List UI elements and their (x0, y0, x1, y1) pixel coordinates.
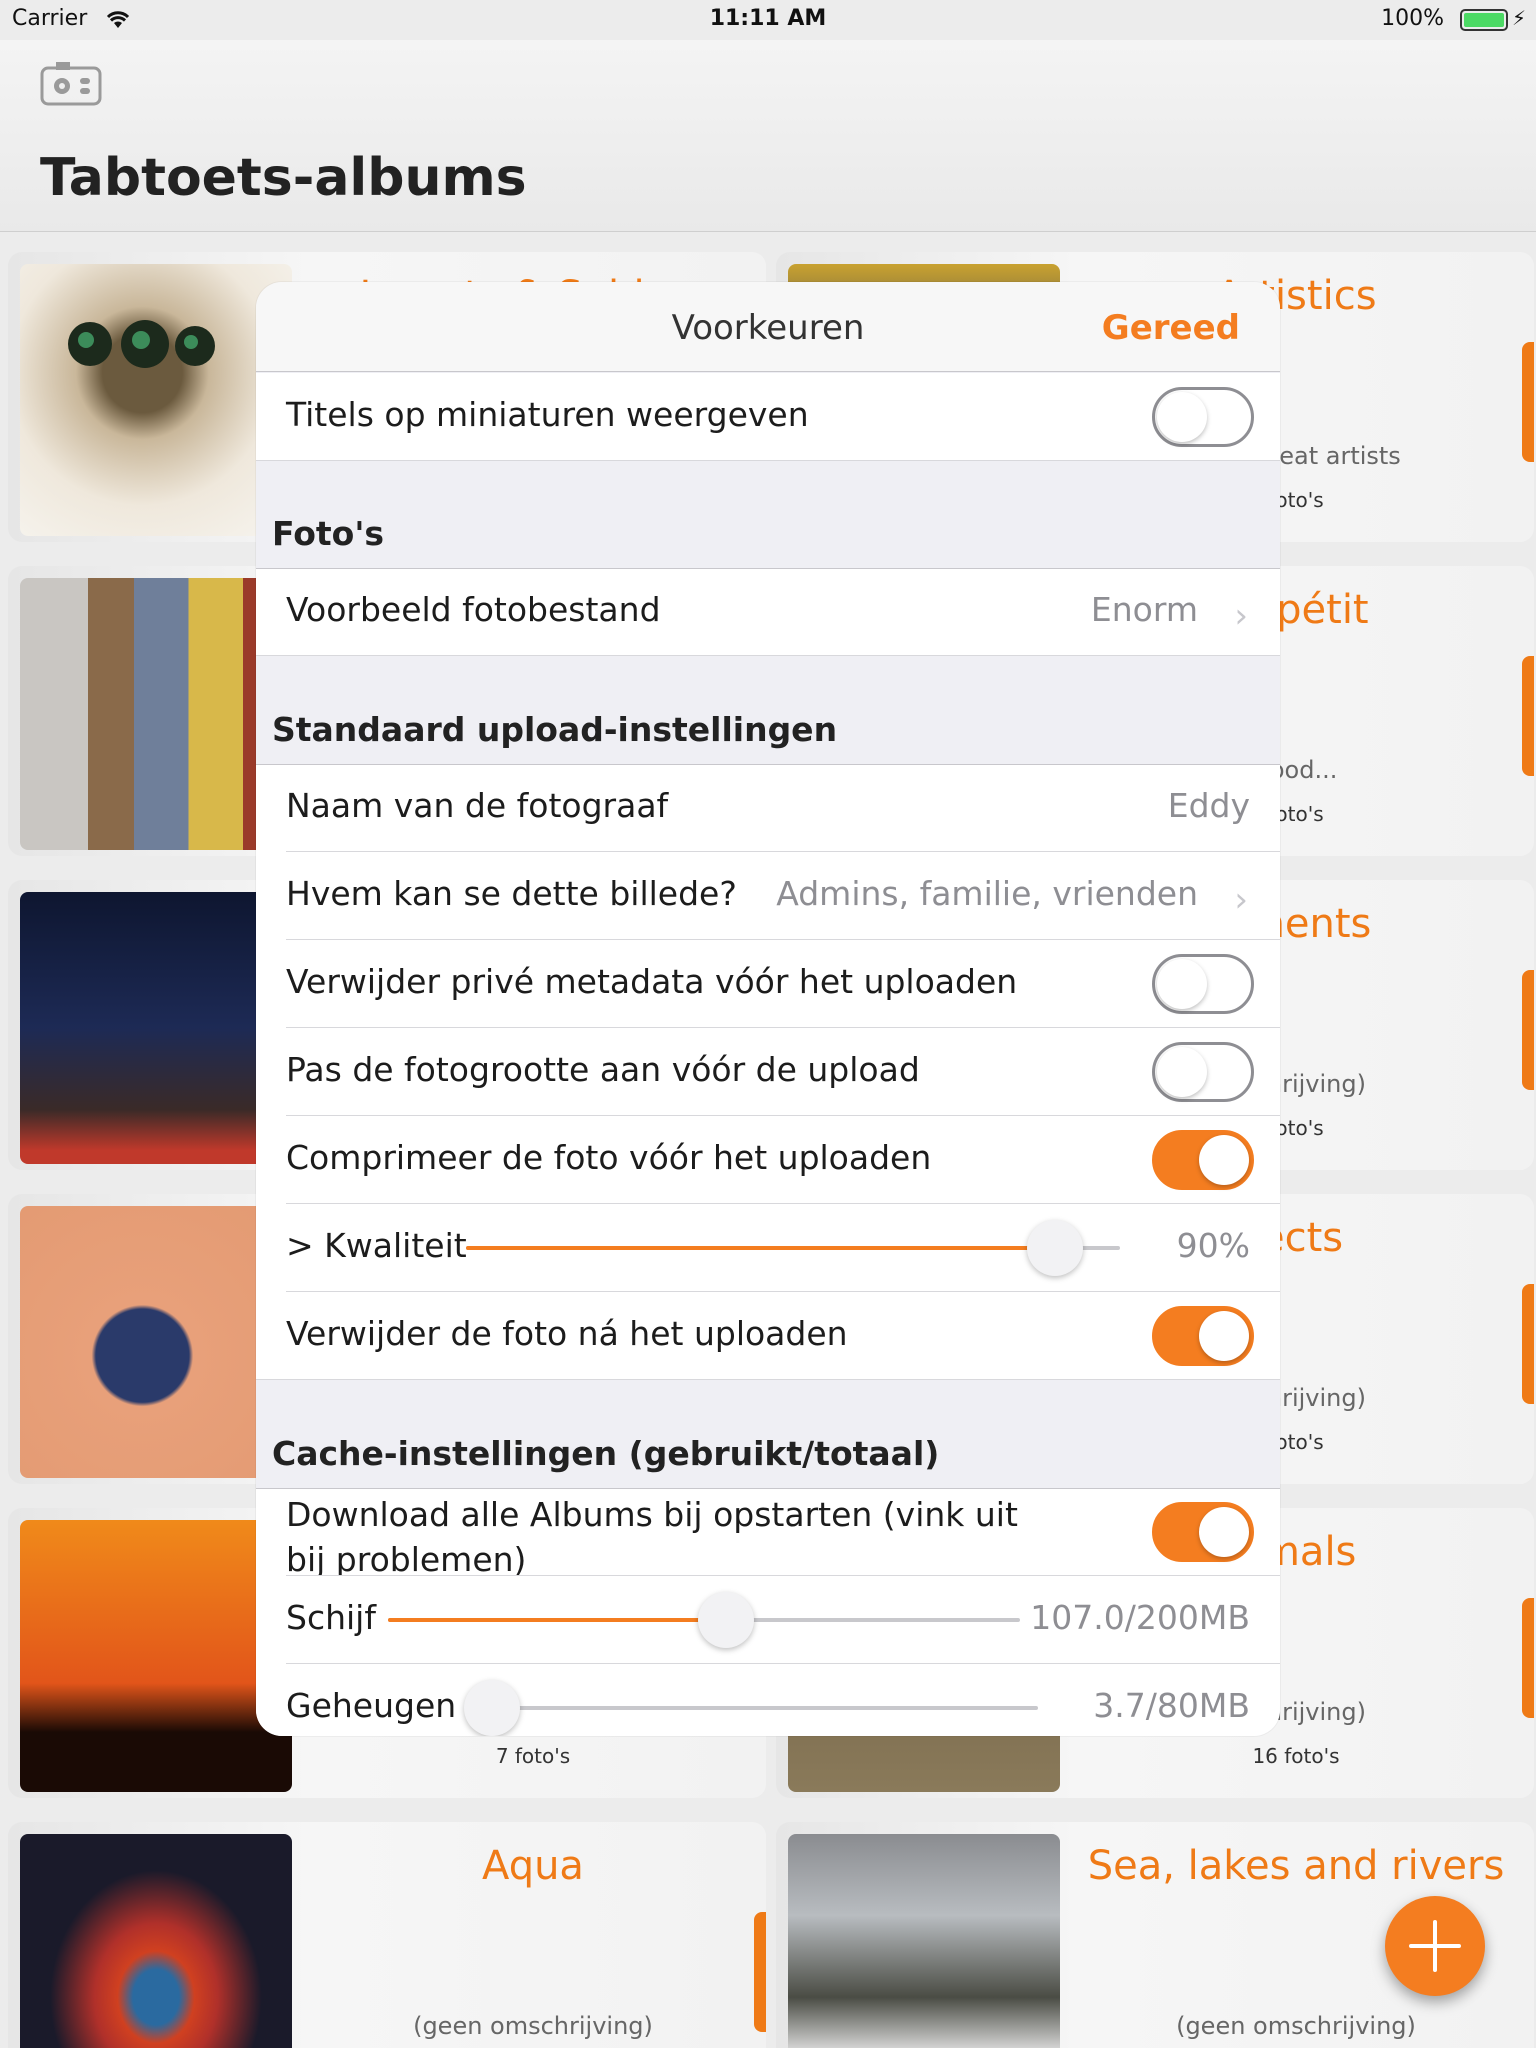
download-all-label-line1: Download alle Albums bij opstarten (vink… (286, 1495, 1018, 1534)
status-bar: Carrier 11:11 AM 100% ⚡ (0, 0, 1536, 40)
modal-navigation-bar: Voorkeuren Gereed (256, 282, 1280, 372)
album-title: Aqua (482, 1843, 584, 1889)
album-description: (geen omschrijving) (1176, 2012, 1416, 2040)
disk-cache-row: Schijf 107.0/200MB (256, 1576, 1280, 1664)
resize-row: Pas de fotogrootte aan vóór de upload (256, 1028, 1280, 1116)
charging-icon: ⚡ (1511, 6, 1526, 30)
download-all-label: Download alle Albums bij opstarten (vink… (286, 1492, 1018, 1582)
show-titles-toggle[interactable] (1152, 387, 1254, 447)
album-thumbnail (20, 1206, 292, 1478)
quality-row: > Kwaliteit 90% (256, 1204, 1280, 1292)
chevron-right-icon: › (1234, 880, 1248, 920)
album-thumbnail (788, 1834, 1060, 2048)
disk-cache-slider-thumb[interactable] (698, 1592, 754, 1648)
memory-cache-value: 3.7/80MB (1093, 1686, 1250, 1725)
visibility-value: Admins, familie, vrienden (776, 874, 1198, 913)
album-photo-count: 7 foto's (495, 1744, 571, 1768)
download-all-toggle[interactable] (1152, 1502, 1254, 1562)
album-thumbnail (20, 1520, 292, 1792)
camera-settings-icon[interactable] (40, 60, 102, 106)
album-thumbnail (20, 578, 292, 850)
preferences-modal: Voorkeuren Gereed Titels op miniaturen w… (256, 282, 1280, 1736)
album-thumbnail (20, 1834, 292, 2048)
album-side-handle[interactable] (1522, 1284, 1534, 1404)
battery-percent: 100% (1381, 6, 1444, 31)
chevron-right-icon: › (1234, 596, 1248, 636)
strip-metadata-label: Verwijder privé metadata vóór het upload… (286, 962, 1018, 1001)
visibility-label: Hvem kan se dette billede? (286, 874, 737, 913)
photos-section-header: Foto's (272, 514, 385, 553)
album-card[interactable]: Aqua (geen omschrijving) (8, 1822, 766, 2048)
photographer-field[interactable]: Eddy (1168, 786, 1250, 825)
album-photo-count: 16 foto's (1252, 1744, 1340, 1768)
disk-cache-slider[interactable] (388, 1592, 1020, 1648)
album-description: (geen omschrijving) (413, 2012, 653, 2040)
upload-section-header: Standaard upload-instellingen (272, 710, 838, 749)
cache-section-header: Cache-instellingen (gebruikt/totaal) (272, 1434, 940, 1473)
download-all-row: Download alle Albums bij opstarten (vink… (256, 1488, 1280, 1579)
album-title: Sea, lakes and rivers (1087, 1843, 1505, 1889)
preview-file-label: Voorbeeld fotobestand (286, 590, 661, 629)
quality-slider-thumb[interactable] (1027, 1220, 1083, 1276)
navigation-header: Tabtoets-albums (0, 40, 1536, 232)
delete-after-row: Verwijder de foto ná het uploaden (256, 1292, 1280, 1380)
album-side-handle[interactable] (1522, 1598, 1534, 1718)
clock: 11:11 AM (709, 6, 827, 31)
resize-toggle[interactable] (1152, 1042, 1254, 1102)
delete-after-toggle[interactable] (1152, 1306, 1254, 1366)
strip-metadata-row: Verwijder privé metadata vóór het upload… (256, 940, 1280, 1028)
album-side-handle[interactable] (1522, 656, 1534, 776)
disk-cache-label: Schijf (286, 1598, 376, 1637)
compress-label: Comprimeer de foto vóór het uploaden (286, 1138, 932, 1177)
page-title: Tabtoets-albums (40, 148, 527, 208)
album-thumbnail (20, 892, 292, 1164)
visibility-row[interactable]: Hvem kan se dette billede? Admins, famil… (256, 852, 1280, 940)
memory-cache-slider-thumb[interactable] (464, 1680, 520, 1736)
battery-icon (1460, 9, 1508, 31)
compress-row: Comprimeer de foto vóór het uploaden (256, 1116, 1280, 1204)
photographer-row[interactable]: Naam van de fotograaf Eddy (256, 764, 1280, 852)
preview-file-value: Enorm (1090, 590, 1198, 629)
plus-icon (1409, 1920, 1461, 1972)
memory-cache-label: Geheugen (286, 1686, 457, 1725)
show-titles-row: Titels op miniaturen weergeven (256, 373, 1280, 461)
show-titles-label: Titels op miniaturen weergeven (286, 395, 809, 434)
album-side-handle[interactable] (1522, 970, 1534, 1090)
strip-metadata-toggle[interactable] (1152, 954, 1254, 1014)
add-album-button[interactable] (1385, 1896, 1485, 1996)
disk-cache-value: 107.0/200MB (1030, 1598, 1250, 1637)
quality-value: 90% (1176, 1226, 1250, 1265)
memory-cache-row: Geheugen 3.7/80MB (256, 1664, 1280, 1736)
quality-label: > Kwaliteit (286, 1226, 467, 1265)
album-side-handle[interactable] (1522, 342, 1534, 462)
preview-file-row[interactable]: Voorbeeld fotobestand Enorm › (256, 568, 1280, 656)
album-thumbnail (20, 264, 292, 536)
resize-label: Pas de fotogrootte aan vóór de upload (286, 1050, 920, 1089)
quality-slider[interactable] (466, 1220, 1120, 1276)
compress-toggle[interactable] (1152, 1130, 1254, 1190)
album-side-handle[interactable] (754, 1912, 766, 2032)
photographer-label: Naam van de fotograaf (286, 786, 669, 825)
done-button[interactable]: Gereed (1102, 308, 1240, 348)
delete-after-label: Verwijder de foto ná het uploaden (286, 1314, 848, 1353)
memory-cache-slider[interactable] (464, 1680, 1038, 1736)
